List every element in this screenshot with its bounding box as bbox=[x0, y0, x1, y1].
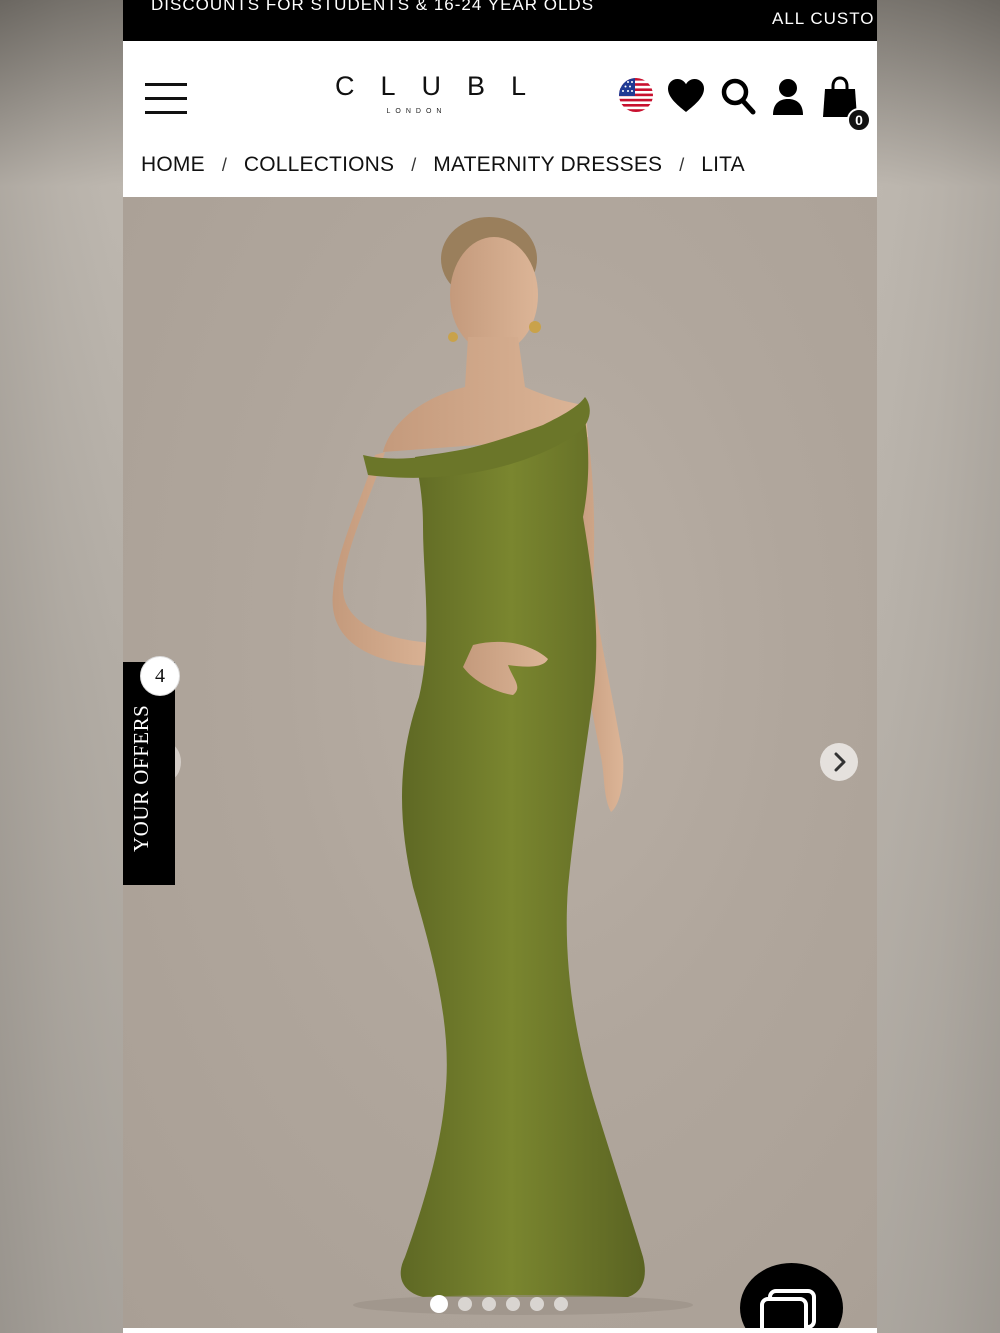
breadcrumb-separator: / bbox=[411, 154, 417, 175]
breadcrumb-current-product: LITA bbox=[701, 153, 745, 176]
search-icon[interactable] bbox=[720, 77, 756, 115]
live-chat-button[interactable] bbox=[740, 1263, 843, 1333]
page-bottom-edge bbox=[123, 1328, 877, 1333]
product-image-gallery[interactable] bbox=[123, 197, 877, 1328]
breadcrumb-separator: / bbox=[679, 154, 685, 175]
product-photo-model-green-dress bbox=[332, 217, 693, 1315]
chevron-right-icon bbox=[834, 752, 846, 772]
carousel-dot-1[interactable] bbox=[430, 1295, 448, 1313]
breadcrumb: HOME / COLLECTIONS / MATERNITY DRESSES /… bbox=[141, 150, 745, 180]
promo-text-students: DISCOUNTS FOR STUDENTS & 16-24 YEAR OLDS bbox=[151, 0, 595, 14]
carousel-dot-4[interactable] bbox=[506, 1297, 520, 1311]
your-offers-label: YOUR OFFERS bbox=[129, 704, 153, 852]
logo-subtitle: LONDON bbox=[386, 108, 447, 115]
menu-icon[interactable] bbox=[145, 83, 187, 115]
carousel-dot-5[interactable] bbox=[530, 1297, 544, 1311]
background-blur-right bbox=[877, 0, 1000, 1333]
carousel-dot-2[interactable] bbox=[458, 1297, 472, 1311]
background-blur-left bbox=[0, 0, 123, 1333]
wishlist-heart-icon[interactable] bbox=[667, 78, 705, 114]
promo-text-customers: ALL CUSTO bbox=[772, 9, 875, 28]
promo-banner[interactable]: DISCOUNTS FOR STUDENTS & 16-24 YEAR OLDS… bbox=[123, 0, 877, 41]
breadcrumb-home[interactable]: HOME bbox=[141, 153, 205, 177]
your-offers-tab[interactable]: YOUR OFFERS bbox=[123, 662, 175, 885]
logo-wordmark: CLUBL bbox=[335, 71, 553, 101]
page-viewport: DISCOUNTS FOR STUDENTS & 16-24 YEAR OLDS… bbox=[123, 0, 877, 1333]
offers-count-badge: 4 bbox=[140, 656, 180, 696]
logo[interactable]: CLUBL LONDON bbox=[309, 71, 553, 115]
carousel-dot-3[interactable] bbox=[482, 1297, 496, 1311]
carousel-pagination bbox=[430, 1295, 568, 1313]
chat-bubbles-icon bbox=[760, 1289, 816, 1333]
account-icon[interactable] bbox=[771, 78, 805, 116]
breadcrumb-collections[interactable]: COLLECTIONS bbox=[244, 153, 394, 177]
breadcrumb-separator: / bbox=[221, 154, 227, 175]
site-header: CLUBL LONDON 0 bbox=[123, 41, 877, 141]
breadcrumb-maternity-dresses[interactable]: MATERNITY DRESSES bbox=[433, 153, 662, 177]
cart-count-badge: 0 bbox=[847, 108, 871, 132]
carousel-dot-6[interactable] bbox=[554, 1297, 568, 1311]
next-image-button[interactable] bbox=[820, 743, 858, 781]
us-flag-icon[interactable] bbox=[619, 78, 653, 112]
